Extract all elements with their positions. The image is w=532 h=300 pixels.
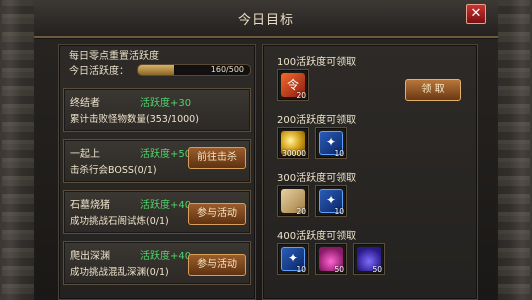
- item-quantity: 10: [334, 149, 344, 158]
- task-row: 一起上 活跃度+50 击杀行会BOSS(0/1) 前往击杀: [63, 139, 251, 183]
- reward-slot[interactable]: 令 20: [277, 69, 309, 101]
- reward-tier-title: 400活跃度可领取: [277, 231, 357, 242]
- task-activity: 活跃度+30: [140, 98, 192, 109]
- task-activity: 活跃度+40: [140, 200, 192, 211]
- item-quantity: 30000: [282, 149, 306, 158]
- activity-label: 今日活跃度：: [69, 66, 129, 77]
- reset-notice: 每日零点重置活跃度: [69, 51, 159, 62]
- item-quantity: 50: [372, 265, 382, 274]
- reward-tier-title: 200活跃度可领取: [277, 115, 357, 126]
- task-activity: 活跃度+40: [140, 251, 192, 262]
- reward-slot[interactable]: ✦ 10: [277, 243, 309, 275]
- task-desc: 击杀行会BOSS(0/1): [70, 165, 157, 176]
- task-desc: 累计击败怪物数量(353/1000): [70, 114, 199, 125]
- close-icon: ✕: [470, 6, 482, 21]
- task-name: 爬出深渊: [70, 251, 110, 262]
- close-button[interactable]: ✕: [466, 4, 486, 24]
- reward-slot[interactable]: 50: [315, 243, 347, 275]
- task-desc: 成功挑战混乱深渊(0/1): [70, 267, 169, 278]
- join-event-button[interactable]: 参与活动: [188, 254, 246, 276]
- task-row: 爬出深渊 活跃度+40 成功挑战混乱深渊(0/1) 参与活动: [63, 241, 251, 285]
- activity-summary: 每日零点重置活跃度 今日活跃度： 160/500: [65, 47, 251, 79]
- task-desc: 成功挑战石阁试炼(0/1): [70, 216, 169, 227]
- reward-slot[interactable]: 50: [353, 243, 385, 275]
- activity-progress-text: 160/500: [210, 65, 244, 74]
- item-quantity: 10: [296, 265, 306, 274]
- title-bar: 今日目标: [34, 0, 498, 38]
- task-row: 终结者 活跃度+30 累计击败怪物数量(353/1000): [63, 88, 251, 132]
- reward-slot[interactable]: ✦ 10: [315, 185, 347, 217]
- claim-button[interactable]: 领 取: [405, 79, 461, 101]
- reward-panel: 100活跃度可领取 令 20 领 取 200活跃度可领取 30000 ✦ 10 …: [262, 44, 478, 300]
- join-event-button[interactable]: 参与活动: [188, 203, 246, 225]
- task-name: 终结者: [70, 98, 100, 109]
- task-activity: 活跃度+50: [140, 149, 192, 160]
- go-kill-button[interactable]: 前往击杀: [188, 147, 246, 169]
- item-quantity: 20: [296, 91, 306, 100]
- item-quantity: 20: [296, 207, 306, 216]
- reward-slot[interactable]: 30000: [277, 127, 309, 159]
- reward-slot[interactable]: ✦ 10: [315, 127, 347, 159]
- task-row: 石墓烧猪 活跃度+40 成功挑战石阁试炼(0/1) 参与活动: [63, 190, 251, 234]
- item-quantity: 10: [334, 207, 344, 216]
- activity-progress-bar: 160/500: [137, 64, 251, 76]
- task-panel: 每日零点重置活跃度 今日活跃度： 160/500 终结者 活跃度+30 累计击败…: [58, 44, 256, 300]
- item-quantity: 50: [334, 265, 344, 274]
- reward-slot[interactable]: 20: [277, 185, 309, 217]
- task-name: 一起上: [70, 149, 100, 160]
- window-title: 今日目标: [237, 13, 294, 28]
- reward-tier-title: 300活跃度可领取: [277, 173, 357, 184]
- task-name: 石墓烧猪: [70, 200, 110, 211]
- reward-tier-title: 100活跃度可领取: [277, 57, 357, 68]
